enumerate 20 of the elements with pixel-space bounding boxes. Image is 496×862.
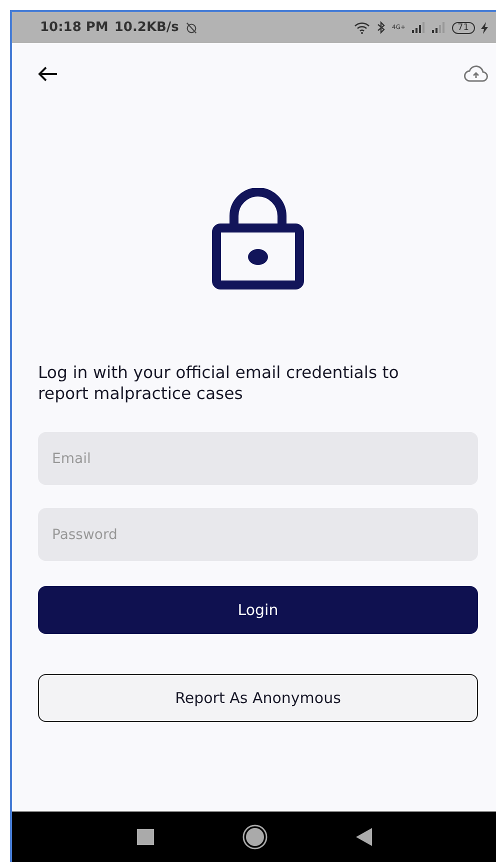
- login-instructions: Log in with your official email credentials to report malpractice cases: [38, 362, 400, 404]
- home-icon[interactable]: [242, 824, 268, 850]
- alarm-off-icon: [184, 21, 198, 34]
- charging-icon: [481, 22, 488, 34]
- battery-level: 71: [452, 22, 475, 34]
- network-speed: 10.2KB/s: [114, 20, 179, 35]
- recents-icon[interactable]: [136, 829, 154, 845]
- email-field[interactable]: Email: [38, 432, 478, 485]
- padlock-icon: [212, 188, 304, 290]
- back-arrow-icon[interactable]: [38, 66, 58, 82]
- report-anonymous-button[interactable]: Report As Anonymous: [38, 674, 478, 722]
- back-icon[interactable]: [356, 828, 372, 846]
- cloud-upload-icon[interactable]: [464, 65, 488, 82]
- login-button[interactable]: Login: [38, 586, 478, 634]
- bluetooth-icon: [376, 21, 386, 34]
- status-time: 10:18 PM: [40, 20, 108, 35]
- signal-icon: [432, 22, 446, 33]
- signal-icon: [412, 22, 426, 33]
- wifi-icon: [354, 22, 370, 34]
- password-field[interactable]: Password: [38, 508, 478, 561]
